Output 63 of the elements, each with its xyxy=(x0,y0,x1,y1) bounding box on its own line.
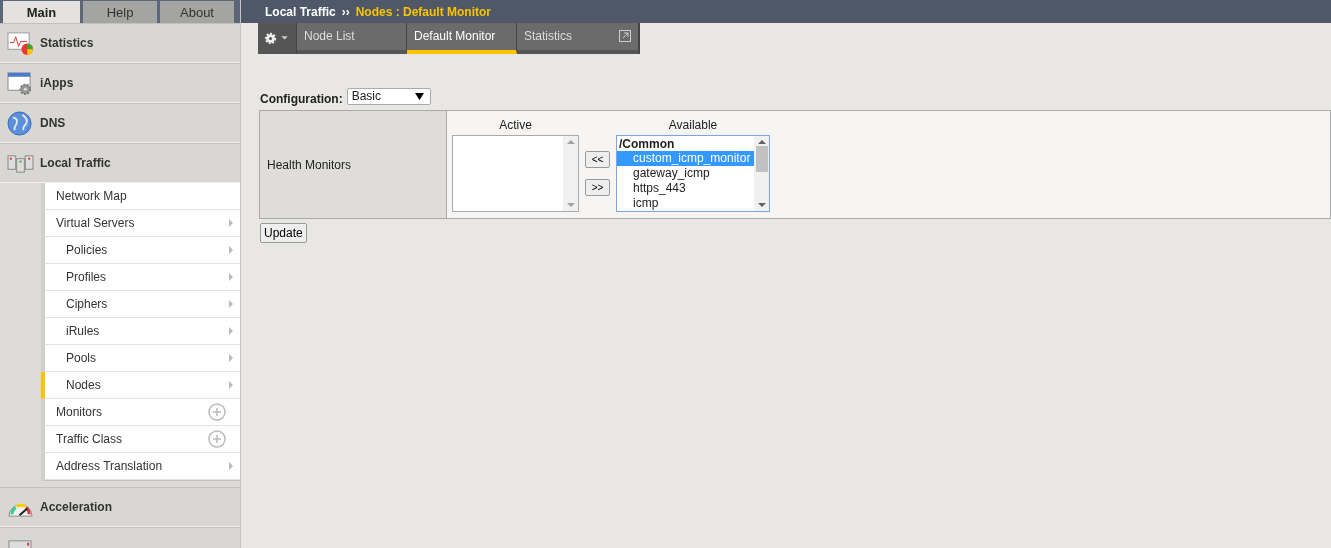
dropdown-arrow-icon xyxy=(414,92,424,100)
arrow-icon xyxy=(229,462,233,470)
add-icon[interactable] xyxy=(208,430,226,448)
window-gear-icon xyxy=(7,70,34,96)
list-option[interactable]: icmp xyxy=(617,196,754,211)
section-label: Statistics xyxy=(40,36,94,50)
arrow-icon xyxy=(229,246,233,254)
section-label: iApps xyxy=(40,76,74,90)
arrow-icon xyxy=(229,300,233,308)
update-button[interactable]: Update xyxy=(260,223,307,243)
arrow-icon xyxy=(229,219,233,227)
move-left-button[interactable]: << xyxy=(585,151,610,168)
list-option[interactable]: gateway_icmp xyxy=(617,166,754,181)
sidebar-item[interactable]: Ciphers xyxy=(45,291,240,318)
top-tab[interactable]: Main xyxy=(3,1,80,23)
popout-icon[interactable] xyxy=(619,30,631,42)
breadcrumb-page: Nodes : Default Monitor xyxy=(355,4,491,19)
add-icon[interactable] xyxy=(208,403,226,421)
scrollbar-thumb[interactable] xyxy=(755,145,768,172)
section-label: Local Traffic xyxy=(40,156,111,170)
available-list[interactable]: /Common custom_icmp_monitor gateway_icmp https_443 icmp xyxy=(616,135,770,212)
breadcrumb-separator: ›› xyxy=(341,4,350,19)
sidebar-item[interactable]: Address Translation xyxy=(45,453,240,480)
top-tab[interactable]: About xyxy=(160,1,234,23)
configuration-label: Configuration: xyxy=(260,92,343,106)
arrow-icon xyxy=(229,354,233,362)
arrow-icon xyxy=(229,273,233,281)
page-tab[interactable]: Node List xyxy=(297,23,407,54)
arrow-icon xyxy=(229,327,233,335)
sidebar-item[interactable]: Pools xyxy=(45,345,240,372)
sidebar-item[interactable]: Network Map xyxy=(45,183,240,210)
gear-icon xyxy=(264,32,290,45)
sidebar-section[interactable]: DNS xyxy=(0,103,240,143)
health-monitors-label: Health Monitors xyxy=(267,157,352,172)
sidebar-item[interactable]: Policies xyxy=(45,237,240,264)
section-label: DNS xyxy=(40,116,66,130)
configuration-select[interactable]: Basic xyxy=(346,87,431,105)
list-option[interactable]: https_443 xyxy=(617,181,754,196)
active-list[interactable] xyxy=(452,135,579,212)
list-group: /Common xyxy=(617,137,754,151)
sidebar-section[interactable] xyxy=(0,527,240,548)
section-label: Acceleration xyxy=(40,500,113,514)
globe-icon xyxy=(7,110,34,136)
sidebar-item[interactable]: iRules xyxy=(45,318,240,345)
sidebar-section[interactable]: Acceleration xyxy=(0,487,240,527)
move-right-button[interactable]: >> xyxy=(585,179,610,196)
sidebar-item[interactable]: Nodes xyxy=(41,372,240,399)
sidebar-item[interactable]: Monitors xyxy=(45,399,240,426)
column-heading: Active xyxy=(499,118,532,132)
page-tab[interactable]: Statistics xyxy=(517,23,639,54)
column-heading: Available xyxy=(668,118,718,132)
sidebar-item[interactable]: Profiles xyxy=(45,264,240,291)
sidebar-section[interactable]: Local Traffic xyxy=(0,143,240,183)
sidebar-section[interactable]: Statistics xyxy=(0,23,240,63)
gear-menu-button[interactable] xyxy=(258,23,297,54)
arrow-icon xyxy=(229,381,233,389)
top-tab[interactable]: Help xyxy=(83,1,157,23)
breadcrumb-section[interactable]: Local Traffic xyxy=(265,4,336,19)
page-tab[interactable]: Default Monitor xyxy=(407,23,517,54)
sidebar-section[interactable]: iApps xyxy=(0,63,240,103)
sidebar-item[interactable]: Virtual Servers xyxy=(45,210,240,237)
chart-icon xyxy=(7,30,34,56)
sidebar-item[interactable]: Traffic Class xyxy=(45,426,240,453)
